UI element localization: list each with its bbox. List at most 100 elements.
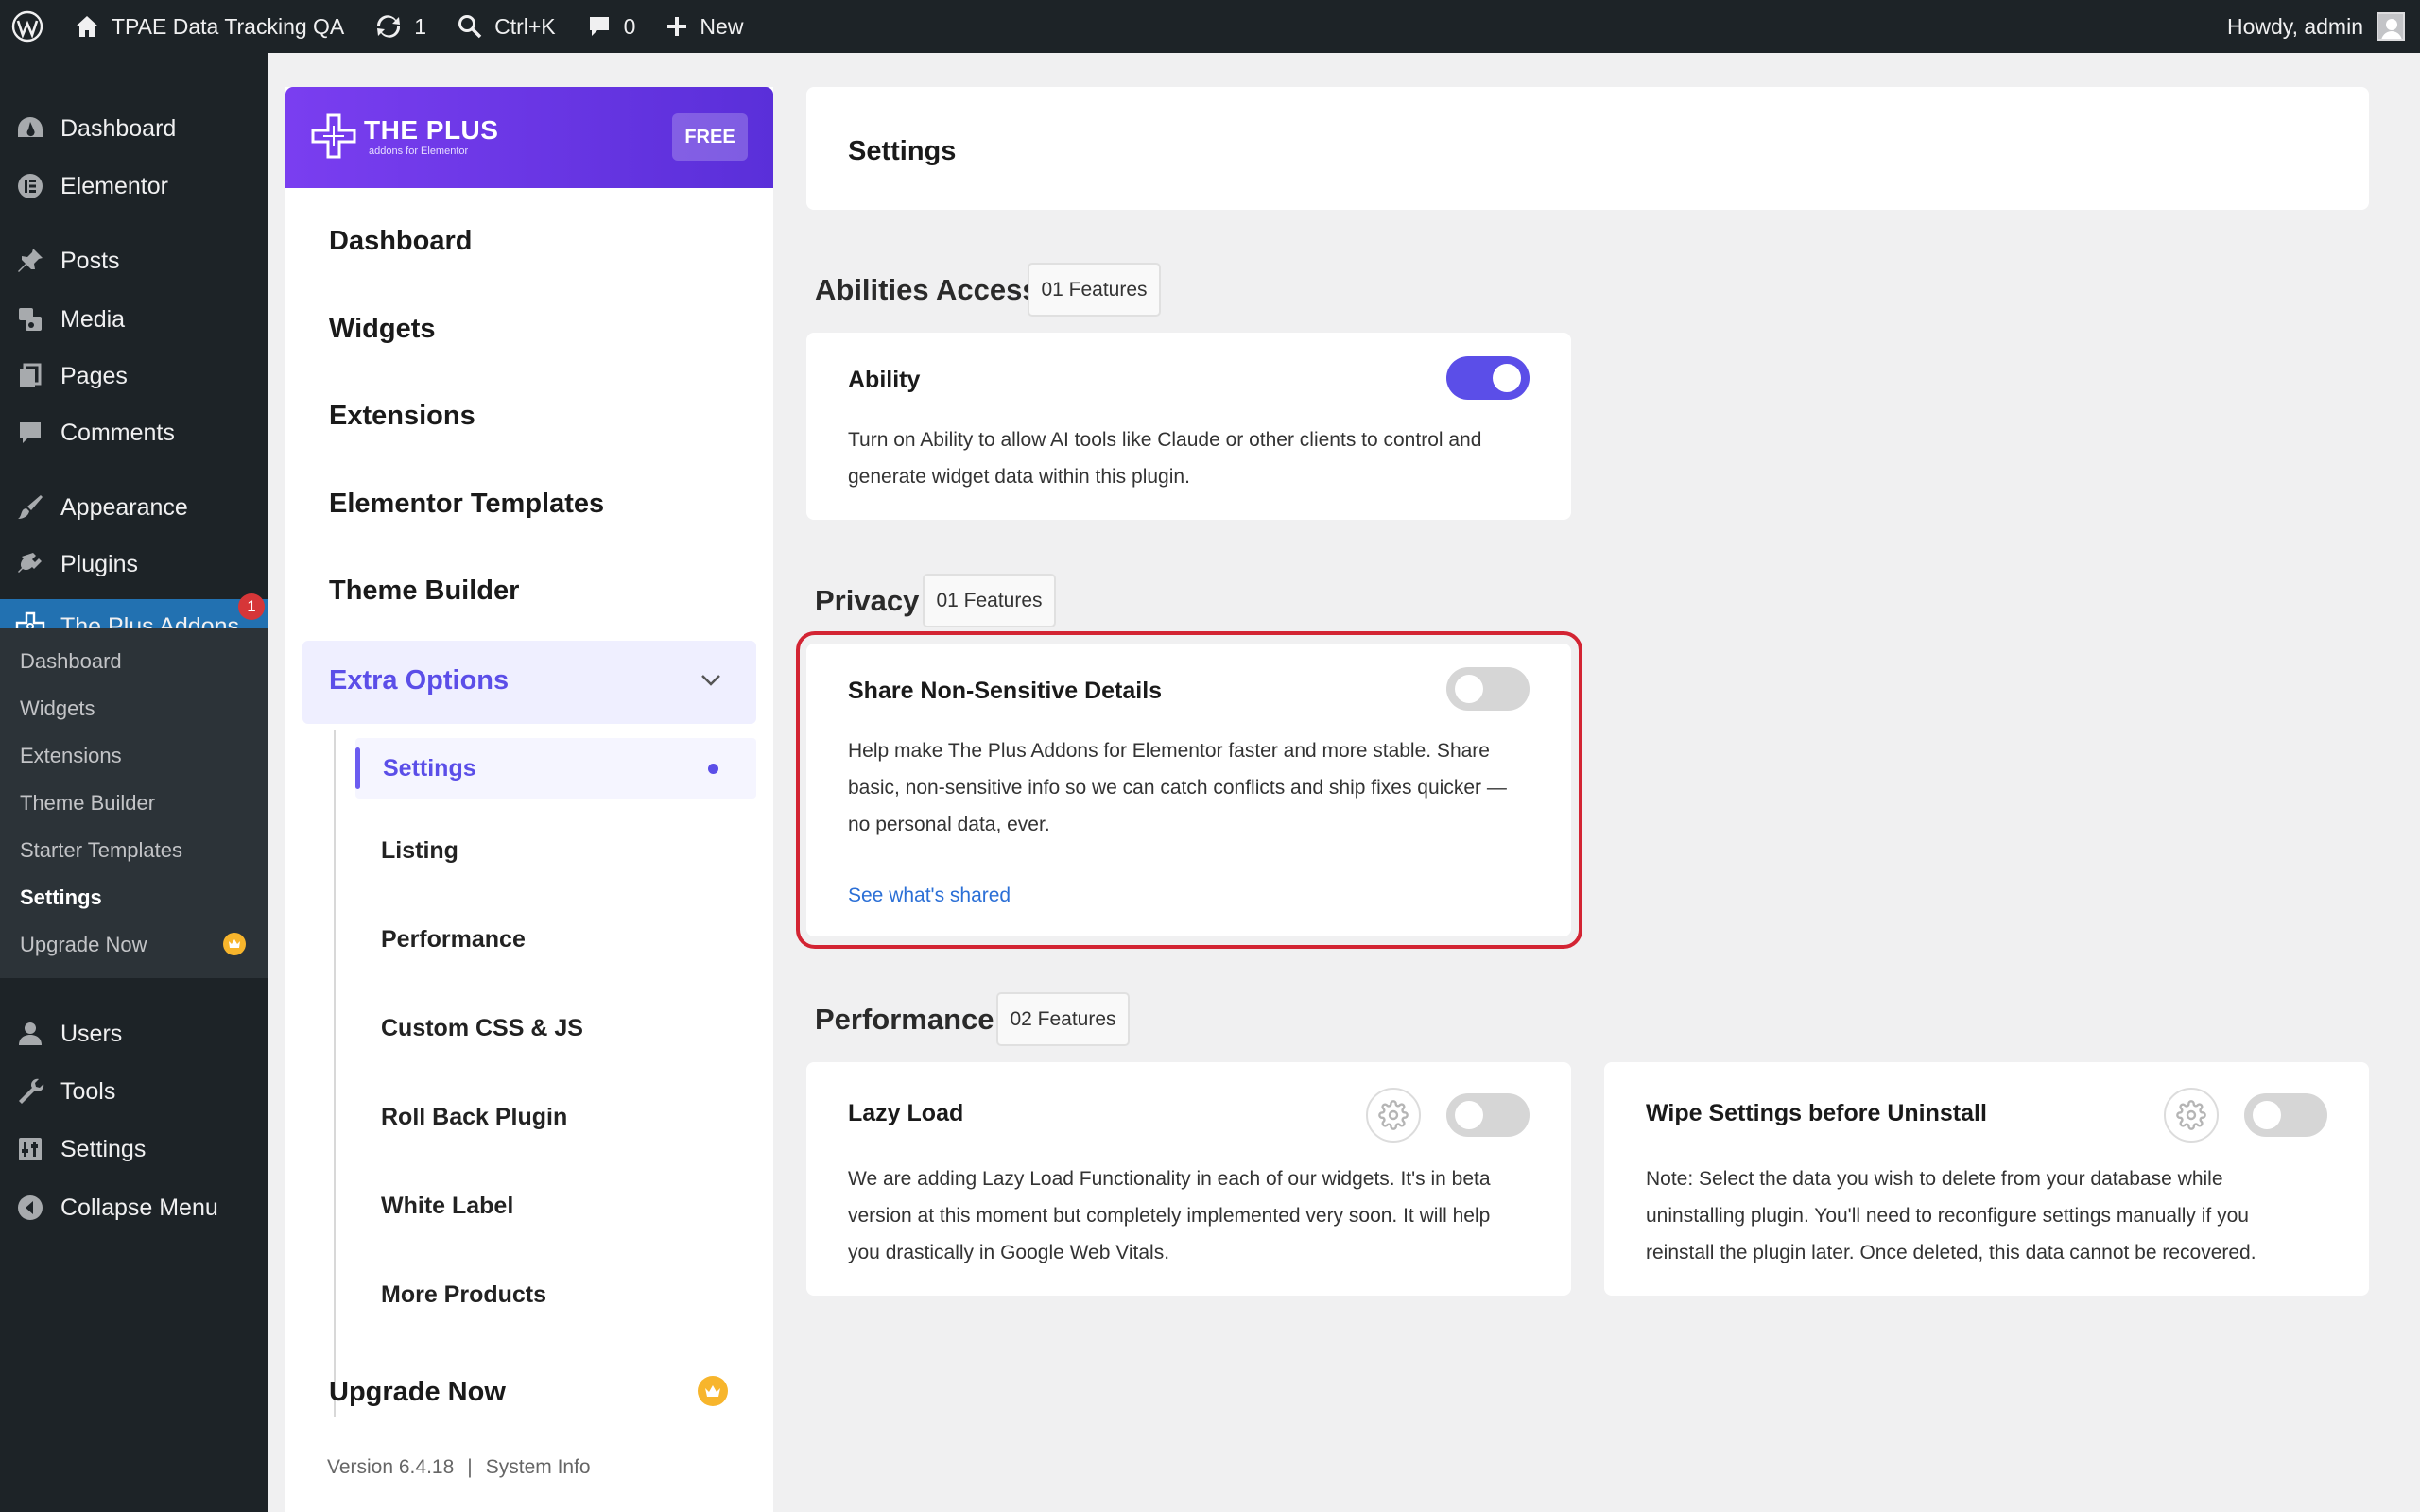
submenu-theme-builder[interactable]: Theme Builder	[20, 791, 155, 816]
user-icon	[13, 1017, 47, 1051]
search-shortcut-label: Ctrl+K	[494, 13, 556, 39]
my-account[interactable]: Howdy, admin	[2227, 0, 2405, 53]
plus-icon	[667, 17, 687, 36]
toggle-knob	[1493, 364, 1521, 392]
submenu-widgets[interactable]: Widgets	[20, 696, 95, 721]
extra-options-label: Extra Options	[329, 665, 510, 696]
comments-count: 0	[623, 13, 636, 39]
nav-widgets[interactable]: Widgets	[329, 314, 436, 345]
submenu-upgrade-now[interactable]: Upgrade Now	[20, 933, 147, 957]
search-icon	[458, 15, 482, 39]
home-icon	[76, 16, 98, 37]
wipe-settings-toggle[interactable]	[2244, 1093, 2327, 1137]
menu-posts[interactable]: Posts	[0, 233, 268, 288]
lazy-load-toggle[interactable]	[1446, 1093, 1530, 1137]
updates-link[interactable]: 1	[359, 0, 441, 53]
dashboard-icon	[13, 112, 47, 146]
nav-dashboard[interactable]: Dashboard	[329, 226, 472, 257]
lazy-load-settings-button[interactable]	[1366, 1088, 1421, 1143]
nav-sub-listing[interactable]: Listing	[381, 837, 458, 865]
gear-icon	[2176, 1100, 2206, 1130]
paintbrush-icon	[13, 490, 47, 524]
new-content-link[interactable]: New	[650, 0, 758, 53]
nav-sub-settings-label: Settings	[383, 755, 476, 782]
ability-toggle[interactable]	[1446, 356, 1530, 400]
nav-elementor-templates[interactable]: Elementor Templates	[329, 489, 604, 520]
nav-upgrade-now[interactable]: Upgrade Now	[329, 1377, 506, 1408]
nav-theme-builder[interactable]: Theme Builder	[329, 576, 519, 607]
wipe-settings-card: Wipe Settings before Uninstall Note: Sel…	[1604, 1062, 2369, 1296]
pages-icon	[13, 359, 47, 393]
nav-sub-white-label[interactable]: White Label	[381, 1193, 513, 1220]
nav-sub-custom-css-js[interactable]: Custom CSS & JS	[381, 1015, 583, 1042]
brand-tagline: addons for Elementor	[369, 146, 469, 157]
ability-card: Ability Turn on Ability to allow AI tool…	[806, 333, 1571, 520]
settings-header-card: Settings	[806, 87, 2369, 210]
menu-users[interactable]: Users	[0, 1006, 268, 1061]
collapse-arrow-icon	[13, 1191, 47, 1225]
brand-name: THE PLUS	[364, 115, 499, 145]
menu-appearance[interactable]: Appearance	[0, 480, 268, 535]
comment-icon	[589, 17, 609, 36]
ability-title: Ability	[848, 367, 921, 393]
comments-link[interactable]: 0	[571, 0, 651, 53]
plus-addons-submenu: Dashboard Widgets Extensions Theme Build…	[0, 628, 268, 978]
chevron-down-icon	[701, 675, 720, 686]
nav-sub-more-products[interactable]: More Products	[381, 1281, 546, 1309]
menu-elementor[interactable]: Elementor	[0, 159, 268, 214]
gear-icon	[1378, 1100, 1409, 1130]
collapse-menu-button[interactable]: Collapse Menu	[0, 1180, 268, 1235]
submenu-settings[interactable]: Settings	[20, 885, 102, 910]
nav-extensions[interactable]: Extensions	[329, 401, 475, 432]
settings-sliders-icon	[13, 1132, 47, 1166]
toggle-knob	[1455, 1101, 1483, 1129]
crown-icon	[223, 933, 246, 955]
menu-settings[interactable]: Settings	[0, 1122, 268, 1177]
version-text: Version 6.4.18	[327, 1456, 455, 1478]
submenu-extensions[interactable]: Extensions	[20, 744, 122, 768]
active-indicator	[355, 747, 360, 789]
media-icon	[13, 302, 47, 336]
site-name: TPAE Data Tracking QA	[112, 13, 345, 39]
plugin-icon	[13, 547, 47, 581]
nav-sub-roll-back-plugin[interactable]: Roll Back Plugin	[381, 1104, 567, 1131]
ability-description: Turn on Ability to allow AI tools like C…	[848, 429, 1482, 488]
submenu-dashboard[interactable]: Dashboard	[20, 649, 122, 674]
avatar	[2377, 12, 2405, 41]
lazy-load-card: Lazy Load We are adding Lazy Load Functi…	[806, 1062, 1571, 1296]
nav-sub-performance[interactable]: Performance	[381, 926, 526, 954]
submenu-starter-templates[interactable]: Starter Templates	[20, 838, 182, 863]
site-name-link[interactable]: TPAE Data Tracking QA	[59, 0, 359, 53]
plugin-header: THE PLUS addons for Elementor FREE	[285, 87, 773, 188]
menu-plugins[interactable]: Plugins	[0, 537, 268, 592]
menu-pages[interactable]: Pages	[0, 349, 268, 404]
version-footer: Version 6.4.18 | System Info	[327, 1456, 591, 1478]
wordpress-logo-icon[interactable]	[0, 0, 59, 53]
performance-section-title: Performance	[815, 1003, 994, 1036]
menu-dashboard[interactable]: Dashboard	[0, 101, 268, 156]
abilities-section-title: Abilities Access	[815, 273, 1039, 306]
crown-icon	[698, 1376, 728, 1406]
nav-sub-settings[interactable]: Settings	[355, 738, 756, 799]
new-label: New	[700, 13, 744, 39]
update-count-badge: 1	[238, 593, 265, 620]
comment-icon	[13, 416, 47, 450]
privacy-section-title: Privacy	[815, 584, 920, 617]
abilities-features-badge: 01 Features	[1028, 263, 1161, 317]
plugin-nav-panel: THE PLUS addons for Elementor FREE Dashb…	[285, 87, 773, 1512]
wipe-settings-settings-button[interactable]	[2164, 1088, 2219, 1143]
toggle-knob	[2253, 1101, 2281, 1129]
menu-tools[interactable]: Tools	[0, 1064, 268, 1119]
search-shortcut[interactable]: Ctrl+K	[441, 0, 571, 53]
active-dot	[708, 764, 718, 774]
nav-extra-options[interactable]: Extra Options	[302, 641, 756, 724]
pushpin-icon	[13, 244, 47, 278]
menu-media[interactable]: Media	[0, 292, 268, 347]
free-badge[interactable]: FREE	[672, 113, 748, 161]
submenu-guide-line	[334, 730, 336, 1418]
lazy-load-description: We are adding Lazy Load Functionality in…	[848, 1168, 1491, 1263]
admin-bar: TPAE Data Tracking QA 1 Ctrl+K 0 New How…	[0, 0, 2420, 53]
system-info-link[interactable]: System Info	[486, 1456, 591, 1478]
menu-comments[interactable]: Comments	[0, 405, 268, 460]
privacy-features-badge: 01 Features	[923, 574, 1056, 627]
